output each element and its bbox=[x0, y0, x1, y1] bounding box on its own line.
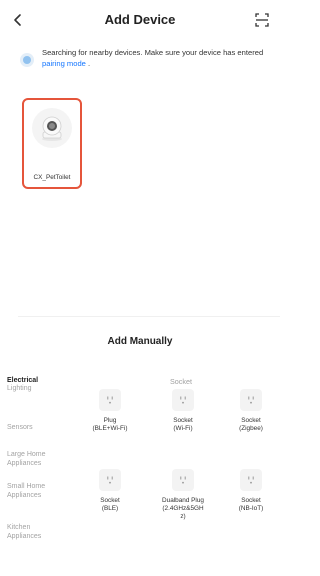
product-socket-zigbee[interactable]: Socket (Zigbee) bbox=[223, 389, 279, 433]
product-socket-ble[interactable]: Socket (BLE) bbox=[82, 469, 138, 513]
notice-message: Searching for nearby devices. Make sure … bbox=[42, 48, 264, 57]
add-manually-title: Add Manually bbox=[107, 336, 173, 347]
sidebar-item-kitchen-appliances[interactable]: Kitchen Appliances bbox=[7, 523, 57, 541]
device-name: CX_PetToilet bbox=[33, 174, 71, 181]
product-plug-ble-wifi[interactable]: Plug (BLE+Wi-Fi) bbox=[82, 389, 138, 433]
page-title: Add Device bbox=[104, 12, 176, 27]
socket-icon bbox=[172, 389, 194, 411]
searching-indicator-icon bbox=[20, 53, 34, 67]
pet-toilet-icon bbox=[32, 108, 72, 148]
socket-icon bbox=[240, 389, 262, 411]
search-notice: Searching for nearby devices. Make sure … bbox=[20, 47, 270, 69]
socket-icon bbox=[99, 469, 121, 491]
product-dualband-plug[interactable]: Dualband Plug (2.4GHz&5GH z) bbox=[155, 469, 211, 521]
discovered-device-card[interactable]: CX_PetToilet bbox=[22, 98, 82, 189]
notice-suffix: . bbox=[88, 59, 91, 68]
scan-icon[interactable] bbox=[250, 8, 274, 32]
product-socket-nb-iot[interactable]: Socket (NB-IoT) bbox=[223, 469, 279, 513]
section-divider bbox=[18, 316, 280, 317]
sidebar-item-sensors[interactable]: Sensors bbox=[7, 423, 77, 432]
product-label: Socket (NB-IoT) bbox=[238, 497, 264, 512]
search-notice-text: Searching for nearby devices. Make sure … bbox=[42, 47, 270, 69]
pairing-mode-link[interactable]: pairing mode bbox=[42, 59, 86, 68]
sidebar-item-small-home-appliances[interactable]: Small Home Appliances bbox=[7, 482, 59, 500]
socket-icon bbox=[99, 389, 121, 411]
product-label: Socket (Zigbee) bbox=[239, 417, 263, 432]
socket-icon bbox=[172, 469, 194, 491]
product-label: Plug (BLE+Wi-Fi) bbox=[92, 417, 128, 432]
product-label: Socket (Wi-Fi) bbox=[173, 417, 193, 432]
product-label: Socket (BLE) bbox=[100, 497, 120, 512]
socket-icon bbox=[240, 469, 262, 491]
top-bar: Add Device bbox=[0, 0, 280, 40]
product-socket-wifi[interactable]: Socket (Wi-Fi) bbox=[155, 389, 211, 433]
sidebar-item-large-home-appliances[interactable]: Large Home Appliances bbox=[7, 450, 53, 468]
product-label: Dualband Plug (2.4GHz&5GH z) bbox=[162, 497, 204, 520]
sidebar-item-lighting[interactable]: Lighting bbox=[7, 384, 77, 393]
category-title: Socket bbox=[170, 377, 192, 386]
